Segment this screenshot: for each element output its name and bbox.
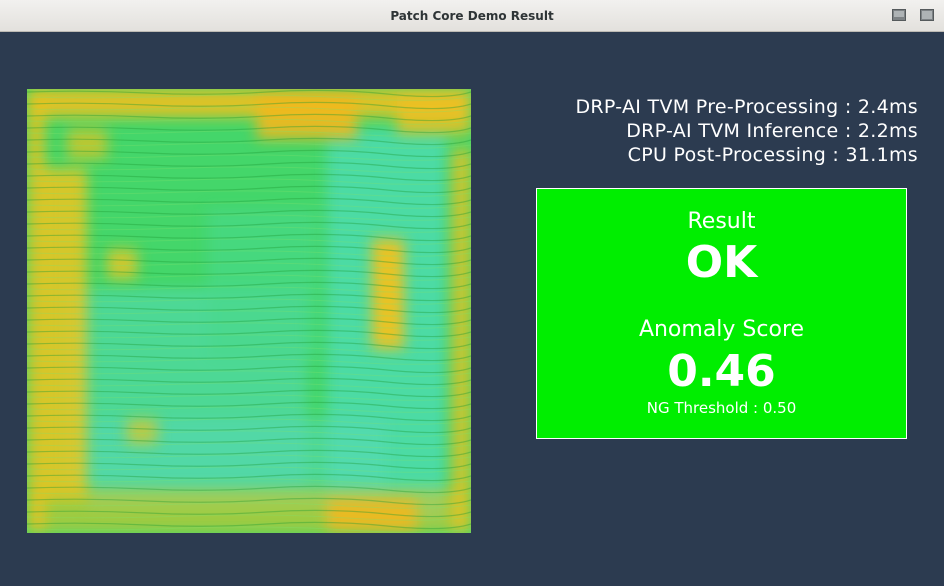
maximize-icon[interactable] <box>920 9 934 21</box>
window-title: Patch Core Demo Result <box>390 9 554 23</box>
preprocessing-time: DRP-AI TVM Pre-Processing : 2.4ms <box>575 96 918 118</box>
result-value: OK <box>685 237 758 288</box>
minimize-icon[interactable] <box>892 9 906 21</box>
postprocessing-time: CPU Post-Processing : 31.1ms <box>627 144 918 166</box>
timing-info: DRP-AI TVM Pre-Processing : 2.4ms DRP-AI… <box>575 95 918 167</box>
app-window: Patch Core Demo Result DRP-AI TVM Pre-Pr… <box>0 0 944 586</box>
title-bar[interactable]: Patch Core Demo Result <box>0 0 944 32</box>
result-label: Result <box>687 209 756 234</box>
anomaly-score-label: Anomaly Score <box>638 317 805 342</box>
inference-time: DRP-AI TVM Inference : 2.2ms <box>626 120 918 142</box>
anomaly-score-value: 0.46 <box>667 346 776 397</box>
ng-threshold: NG Threshold : 0.50 <box>646 399 797 417</box>
result-panel: Result OK Anomaly Score 0.46 NG Threshol… <box>536 188 907 439</box>
anomaly-heatmap-image <box>27 89 471 533</box>
